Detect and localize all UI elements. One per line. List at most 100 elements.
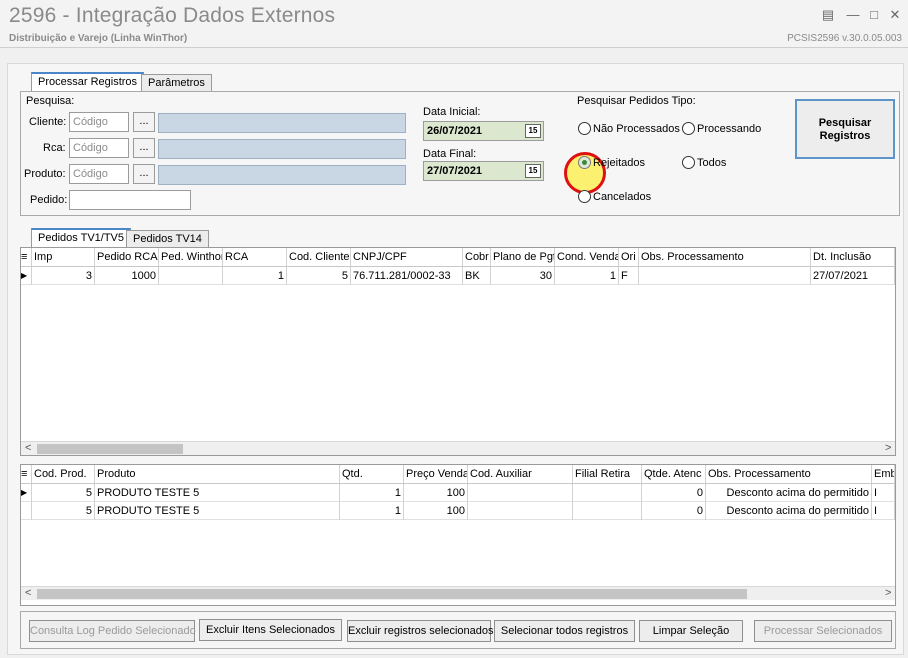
minimize-icon[interactable]: — [845,7,861,23]
orders-scroll-thumb[interactable] [37,444,183,454]
items-scroll-thumb[interactable] [37,589,747,599]
col-plano-pgto[interactable]: Plano de Pgt [491,248,555,266]
col-cod-cliente[interactable]: Cod. Cliente [287,248,351,266]
col-produto[interactable]: Produto [95,465,340,483]
processando-label: Processando [697,123,762,135]
cliente-code-input[interactable]: Código [69,112,129,132]
cell-obs-processamento: Desconto acima do permitido [706,502,872,520]
produto-lookup-button[interactable]: ... [133,164,155,184]
col-rca[interactable]: RCA [223,248,287,266]
selecionar-todos-button[interactable]: Selecionar todos registros [494,620,635,642]
version-label: PCSIS2596 v.30.0.05.003 [787,33,902,44]
col-pedido-rca[interactable]: Pedido RCA [95,248,159,266]
tab-processar-registros[interactable]: Processar Registros [31,72,145,92]
col-filial-retira[interactable]: Filial Retira [573,465,642,483]
col-obs-processamento[interactable]: Obs. Processamento [706,465,872,483]
col-imp[interactable]: Imp [32,248,95,266]
cell-produto: PRODUTO TESTE 5 [95,502,340,520]
limpar-selecao-button[interactable]: Limpar Seleção [639,620,743,642]
calendar-icon[interactable]: 15 [525,124,541,138]
col-obs-processamento[interactable]: Obs. Processamento [639,248,811,266]
search-group-label: Pesquisa: [26,95,75,107]
col-cond-venda[interactable]: Cond. Venda [555,248,619,266]
row-pointer-icon: ▶ [21,484,32,502]
col-ped-winthor[interactable]: Ped. Winthor [159,248,223,266]
cliente-lookup-button[interactable]: ... [133,112,155,132]
produto-description [158,165,406,185]
rca-lookup-button[interactable]: ... [133,138,155,158]
col-cnpj-cpf[interactable]: CNPJ/CPF [351,248,463,266]
cell-emb: I [872,484,895,502]
processar-selecionados-button[interactable]: Processar Selecionados [754,620,892,642]
row-pointer-icon: ▶ [21,267,32,285]
todos-label: Todos [697,157,727,169]
col-cobr[interactable]: Cobr [463,248,491,266]
tab-pedidos-tv14[interactable]: Pedidos TV14 [126,230,209,248]
calendar-icon[interactable]: 15 [525,164,541,178]
pedido-input[interactable] [69,190,191,210]
cell-ped-winthor [159,267,223,285]
cell-pedido-rca: 1000 [95,267,159,285]
radio-nao-processados[interactable] [578,122,591,135]
scroll-left-icon[interactable]: < [25,442,31,454]
radio-processando[interactable] [682,122,695,135]
col-ori[interactable]: Ori [619,248,639,266]
items-grid-header: ≡ Cod. Prod. Produto Qtd. Preço Venda Co… [21,465,895,484]
cell-preco-venda: 100 [404,502,468,520]
cell-cod-auxiliar [468,502,573,520]
col-cod-prod[interactable]: Cod. Prod. [32,465,95,483]
col-cod-auxiliar[interactable]: Cod. Auxiliar [468,465,573,483]
produto-code-input[interactable]: Código [69,164,129,184]
scroll-right-icon[interactable]: > [885,587,891,599]
scroll-left-icon[interactable]: < [25,587,31,599]
cell-qtd: 1 [340,484,404,502]
cell-produto: PRODUTO TESTE 5 [95,484,340,502]
col-qtde-atend[interactable]: Qtde. Atenc [642,465,706,483]
data-final-label: Data Final: [423,148,477,160]
data-inicial-label: Data Inicial: [423,106,481,118]
radio-cancelados[interactable] [578,190,591,203]
cell-filial-retira [573,484,642,502]
grid-menu-icon[interactable]: ≡ [21,248,32,266]
radio-todos[interactable] [682,156,695,169]
cell-qtde-atend: 0 [642,502,706,520]
maximize-icon[interactable]: □ [866,7,882,23]
items-grid: ≡ Cod. Prod. Produto Qtd. Preço Venda Co… [20,464,896,606]
cell-qtde-atend: 0 [642,484,706,502]
nao-processados-label: Não Processados [593,123,680,135]
grid-menu-icon[interactable]: ≡ [21,465,32,483]
col-preco-venda[interactable]: Preço Venda [404,465,468,483]
scroll-right-icon[interactable]: > [885,442,891,454]
cell-cnpj-cpf: 76.711.281/0002-33 [351,267,463,285]
rca-code-input[interactable]: Código [69,138,129,158]
cell-obs-processamento: Desconto acima do permitido [706,484,872,502]
table-row[interactable]: ▶ 3 1000 1 5 76.711.281/0002-33 BK 30 1 … [21,267,895,285]
cell-cobr: BK [463,267,491,285]
radio-rejeitados[interactable] [578,156,591,169]
col-qtd[interactable]: Qtd. [340,465,404,483]
items-hscroll[interactable]: < > [21,586,895,600]
table-row[interactable]: 5 PRODUTO TESTE 5 1 100 0 Desconto acima… [21,502,895,520]
cell-ori: F [619,267,639,285]
data-final-input[interactable]: 27/07/2021 15 [423,161,544,181]
excluir-itens-button[interactable]: Excluir Itens Selecionados [199,619,342,641]
title-bar: 2596 - Integração Dados Externos Distrib… [0,0,908,48]
orders-grid-header: ≡ Imp Pedido RCA Ped. Winthor RCA Cod. C… [21,248,895,267]
restore-icon[interactable]: ▤ [820,7,836,23]
pesquisar-registros-button[interactable]: Pesquisar Registros [795,99,895,159]
cell-plano-pgto: 30 [491,267,555,285]
window-subtitle: Distribuição e Varejo (Linha WinThor) [9,33,188,44]
consulta-log-button[interactable]: Consulta Log Pedido Selecionado [29,620,196,642]
orders-hscroll[interactable]: < > [21,441,895,455]
tab-parametros[interactable]: Parâmetros [141,74,212,92]
table-row[interactable]: ▶ 5 PRODUTO TESTE 5 1 100 0 Desconto aci… [21,484,895,502]
data-final-value: 27/07/2021 [427,165,483,177]
tab-pedidos-tv1-tv5[interactable]: Pedidos TV1/TV5 [31,228,132,248]
col-dt-inclusao[interactable]: Dt. Inclusão [811,248,895,266]
rca-description [158,139,406,159]
cell-cod-auxiliar [468,484,573,502]
col-emb[interactable]: Emb. [872,465,895,483]
excluir-registros-button[interactable]: Excluir registros selecionados [347,620,494,642]
data-inicial-input[interactable]: 26/07/2021 15 [423,121,544,141]
close-icon[interactable]: ✕ [887,7,903,23]
